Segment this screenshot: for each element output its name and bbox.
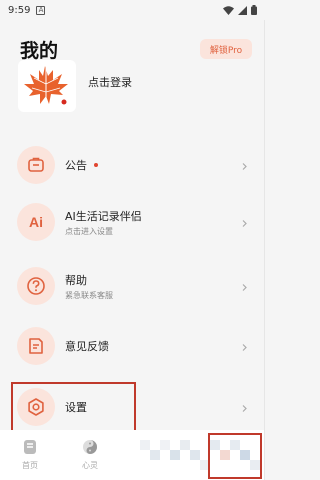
unread-dot [94, 163, 98, 167]
login-link[interactable]: 点击登录 [88, 74, 132, 90]
menu-item-ai-companion[interactable]: Ai AI生活记录伴侣 点击进入设置 [0, 194, 265, 250]
menu-label-announcement: 公告 [65, 159, 87, 172]
tab-home[interactable]: 首页 [0, 430, 60, 480]
status-time: 9:59 [8, 4, 31, 16]
signal-icon [238, 5, 247, 15]
status-bar: 9:59 A [0, 0, 265, 20]
chevron-right-icon [242, 156, 247, 175]
chevron-right-icon [242, 398, 247, 417]
svg-text:Ai: Ai [29, 214, 43, 230]
yin-yang-icon [82, 439, 98, 457]
ai-icon: Ai [17, 203, 55, 241]
page-title: 我的 [20, 40, 59, 62]
maple-leaf-icon [24, 66, 68, 108]
document-icon [17, 327, 55, 365]
battery-icon [251, 5, 257, 15]
gear-icon [17, 388, 55, 426]
menu-label-help: 帮助 [65, 273, 87, 287]
menu-item-announcement[interactable]: 公告 [0, 137, 265, 193]
menu-label-ai-companion: AI生活记录伴侣 [65, 209, 142, 223]
edge-divider [264, 20, 265, 480]
chevron-right-icon [242, 213, 247, 232]
unlock-pro-button[interactable]: 解锁Pro [200, 39, 252, 59]
menu-label-settings: 设置 [65, 401, 87, 414]
chevron-right-icon [242, 277, 247, 296]
tab-mind-label: 心灵 [82, 461, 98, 470]
menu-item-feedback[interactable]: 意见反馈 [0, 318, 265, 374]
menu-subtitle-help: 紧急联系客服 [65, 290, 113, 300]
home-icon [22, 439, 38, 457]
menu-item-settings[interactable]: 设置 [0, 379, 265, 435]
notification-a-icon: A [36, 5, 46, 15]
briefcase-icon [17, 146, 55, 184]
obscured-tabs [140, 432, 260, 478]
menu-subtitle-ai-companion: 点击进入设置 [65, 226, 113, 236]
wifi-icon [223, 5, 234, 15]
avatar[interactable] [18, 60, 76, 112]
chevron-right-icon [242, 337, 247, 356]
question-icon [17, 267, 55, 305]
menu-item-help[interactable]: 帮助 紧急联系客服 [0, 258, 265, 314]
tab-home-label: 首页 [22, 461, 38, 470]
menu-label-feedback: 意见反馈 [65, 340, 109, 353]
tab-mind[interactable]: 心灵 [60, 430, 120, 480]
